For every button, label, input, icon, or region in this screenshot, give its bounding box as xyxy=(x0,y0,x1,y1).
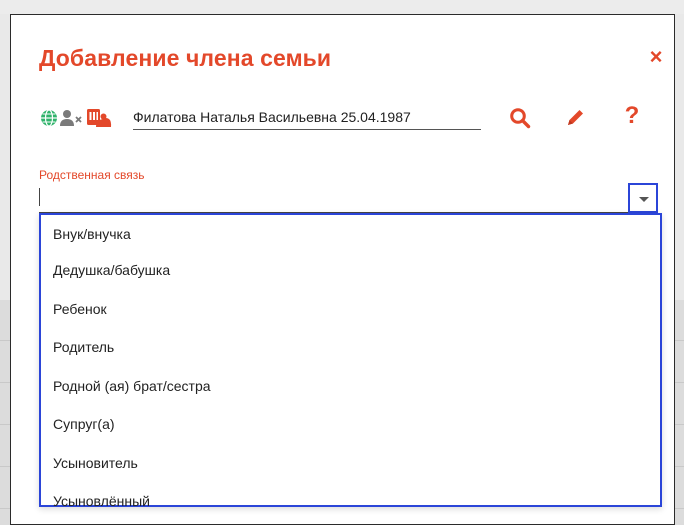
card-icon[interactable] xyxy=(86,107,112,127)
dropdown-toggle-button[interactable] xyxy=(628,183,658,213)
option-child[interactable]: Ребенок xyxy=(41,290,660,329)
background-header xyxy=(0,0,684,14)
relationship-options-list: Внук/внучка Дедушка/бабушка Ребенок Роди… xyxy=(39,213,662,509)
globe-icon xyxy=(39,108,59,128)
option-grandchild[interactable]: Внук/внучка xyxy=(41,215,660,251)
option-sibling[interactable]: Родной (ая) брат/сестра xyxy=(41,367,660,406)
option-parent[interactable]: Родитель xyxy=(41,328,660,367)
option-adoptive-parent[interactable]: Усыновитель xyxy=(41,444,660,483)
person-field[interactable]: Филатова Наталья Васильевна 25.04.1987 xyxy=(133,105,481,130)
add-family-member-dialog: Добавление члена семьи × Филатова Наталь… xyxy=(10,14,675,525)
chevron-down-icon xyxy=(639,197,649,202)
search-icon[interactable] xyxy=(509,107,531,129)
option-spouse[interactable]: Супруг(а) xyxy=(41,405,660,444)
option-grandparent[interactable]: Дедушка/бабушка xyxy=(41,251,660,290)
user-remove-icon[interactable] xyxy=(59,108,83,128)
close-button[interactable]: × xyxy=(646,46,666,68)
dialog-title: Добавление члена семьи xyxy=(39,45,332,71)
help-button[interactable]: ? xyxy=(621,103,643,129)
relationship-input[interactable] xyxy=(39,187,629,209)
option-adopted-child[interactable]: Усыновлённый xyxy=(41,482,660,521)
pencil-icon[interactable] xyxy=(564,107,586,129)
relationship-label: Родственная связь xyxy=(39,168,145,182)
text-caret xyxy=(39,188,40,206)
